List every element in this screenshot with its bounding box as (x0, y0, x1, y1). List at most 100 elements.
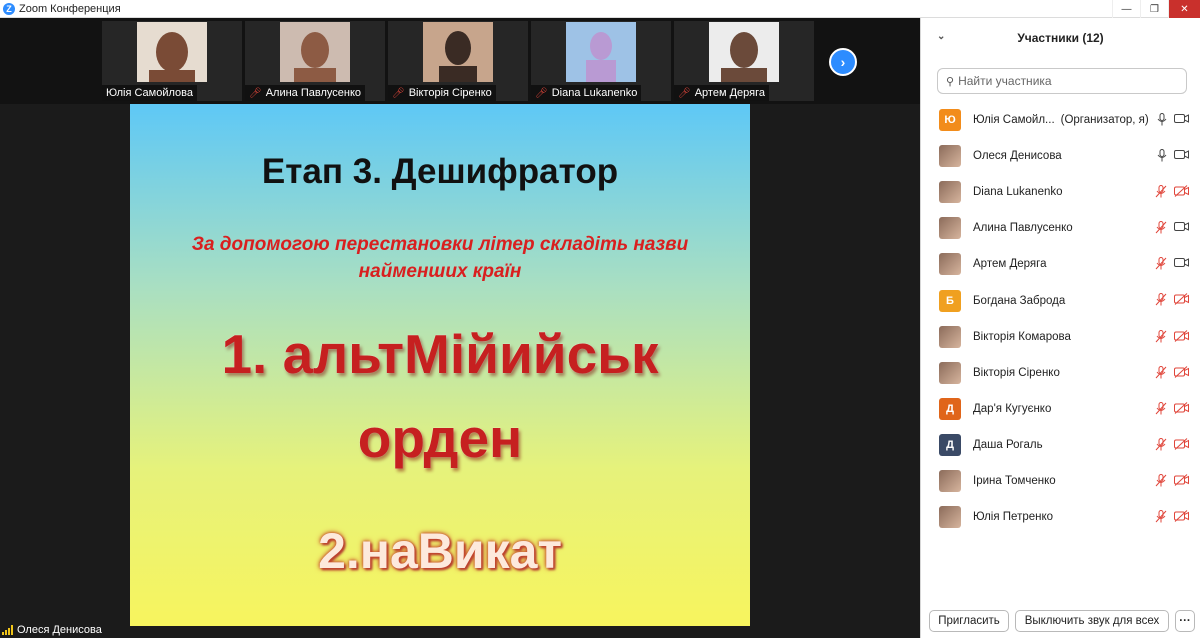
participant-name: Алина Павлусенко (973, 222, 1073, 235)
video-thumbnail[interactable]: Юлія Самойлова (102, 21, 242, 101)
search-box[interactable]: ⚲ (937, 68, 1187, 94)
main-video-area: Юлія Самойлова 🎤︎ Алина Павлусенко 🎤︎ Вікт… (0, 18, 920, 638)
camera-off-icon[interactable] (1174, 185, 1189, 200)
participant-name: Юлія Петренко (973, 511, 1054, 524)
avatar (939, 181, 961, 204)
active-speaker-label: Олеся Денисова (2, 624, 102, 636)
participant-name: Артем Деряга (973, 258, 1047, 271)
camera-icon[interactable] (1174, 257, 1189, 271)
avatar: Б (939, 289, 961, 312)
camera-icon[interactable] (1174, 221, 1189, 235)
mic-off-icon[interactable] (1155, 221, 1167, 237)
camera-off-icon[interactable] (1174, 365, 1189, 381)
more-options-button[interactable]: ··· (1175, 610, 1195, 632)
participant-row[interactable]: Б Богдана Заброда (921, 282, 1200, 318)
participant-row[interactable]: Олеся Денисова (921, 138, 1200, 174)
mic-off-icon[interactable] (1155, 437, 1167, 454)
participant-row[interactable]: Вікторія Комарова (921, 319, 1200, 355)
mute-all-button[interactable]: Выключить звук для всех (1015, 610, 1169, 632)
mic-icon[interactable] (1157, 113, 1167, 129)
participant-video (566, 22, 636, 82)
participant-row[interactable]: Алина Павлусенко (921, 210, 1200, 246)
participant-row[interactable]: Ірина Томченко (921, 463, 1200, 499)
close-button[interactable]: ✕ (1168, 0, 1200, 18)
participant-row[interactable]: Diana Lukanenko (921, 174, 1200, 210)
camera-off-icon[interactable] (1174, 510, 1189, 525)
participant-name: Дар'я Кугуєнко (973, 402, 1052, 415)
participant-role: (Организатор, я) (1060, 114, 1149, 127)
mic-off-icon: 🎤︎ (678, 87, 691, 99)
participant-row[interactable]: Д Дар'я Кугуєнко (921, 391, 1200, 427)
participant-video (423, 22, 493, 82)
participant-name: Diana Lukanenko (973, 186, 1063, 199)
mic-off-icon[interactable] (1155, 185, 1167, 201)
video-thumbnail[interactable]: 🎤︎ Diana Lukanenko (531, 21, 671, 101)
avatar: Д (939, 397, 961, 420)
camera-off-icon[interactable] (1174, 437, 1189, 453)
restore-button[interactable]: ❐ (1140, 0, 1168, 18)
participants-header: ⌄ Участники (12) (921, 18, 1200, 58)
participant-row[interactable]: Юлія Петренко (921, 499, 1200, 535)
puzzle-1-line-2: орден (357, 407, 523, 469)
camera-off-icon[interactable] (1174, 293, 1189, 308)
window-controls: — ❐ ✕ (1112, 0, 1200, 18)
mic-off-icon[interactable] (1155, 510, 1167, 526)
mic-off-icon[interactable] (1155, 257, 1167, 273)
avatar: Ю (939, 109, 961, 132)
avatar (939, 217, 961, 240)
mic-off-icon: 🎤︎ (392, 87, 405, 99)
mic-off-icon[interactable] (1155, 329, 1167, 346)
camera-off-icon[interactable] (1174, 401, 1189, 417)
search-input[interactable] (958, 74, 1169, 88)
slide-instruction: За допомогою перестановки літер складіть… (191, 234, 689, 282)
participant-row[interactable]: Артем Деряга (921, 246, 1200, 282)
participant-name: Вікторія Комарова (973, 330, 1071, 343)
camera-icon[interactable] (1174, 149, 1189, 163)
participant-video (137, 22, 207, 82)
thumbnail-name-label: Юлія Самойлова (102, 85, 198, 101)
window-title: Zoom Конференция (19, 2, 121, 15)
avatar (939, 469, 961, 492)
search-icon: ⚲ (946, 75, 955, 88)
participant-name: Ірина Томченко (973, 474, 1056, 487)
invite-button[interactable]: Пригласить (929, 610, 1009, 632)
mic-off-icon: 🎤︎ (249, 87, 262, 99)
shared-screen-slide: Етап 3. Дешифратор За допомогою перестан… (130, 104, 750, 626)
mic-off-icon[interactable] (1155, 293, 1167, 309)
thumbnail-name-label: 🎤︎ Вікторія Сіренко (388, 85, 496, 101)
signal-strength-icon (2, 625, 13, 635)
avatar (939, 325, 961, 348)
avatar (939, 506, 961, 529)
thumbnail-name-label: 🎤︎ Артем Деряга (674, 85, 769, 101)
participants-panel: ⌄ Участники (12) ⚲ Ю Юлія Самойл... (Орган… (920, 18, 1200, 638)
thumbnail-name-label: 🎤︎ Diana Lukanenko (531, 85, 642, 101)
mic-icon[interactable] (1157, 149, 1167, 165)
mic-off-icon: 🎤︎ (535, 87, 548, 99)
video-thumbnail[interactable]: 🎤︎ Вікторія Сіренко (388, 21, 528, 101)
zoom-logo-icon: Z (3, 2, 15, 15)
puzzle-1-line-1: 1. альтМійийськ (221, 323, 659, 385)
chevron-down-icon[interactable]: ⌄ (937, 31, 945, 42)
minimize-button[interactable]: — (1112, 0, 1140, 18)
participant-row[interactable]: Д Даша Рогаль (921, 427, 1200, 463)
camera-off-icon[interactable] (1174, 474, 1189, 489)
video-thumbnail[interactable]: 🎤︎ Артем Деряга (674, 21, 814, 101)
participant-row[interactable]: Ю Юлія Самойл... (Организатор, я) (921, 102, 1200, 138)
mic-off-icon[interactable] (1155, 365, 1167, 382)
avatar (939, 361, 961, 384)
camera-icon[interactable] (1174, 113, 1189, 127)
participant-video (280, 22, 350, 82)
next-page-button[interactable]: › (829, 48, 857, 76)
mic-off-icon[interactable] (1155, 401, 1167, 418)
video-thumbnail[interactable]: 🎤︎ Алина Павлусенко (245, 21, 385, 101)
participants-list: Ю Юлія Самойл... (Организатор, я) Олеся Ден… (921, 102, 1200, 535)
participant-name: Даша Рогаль (973, 438, 1043, 451)
participants-footer: Пригласить Выключить звук для всех ··· (921, 604, 1200, 638)
mic-off-icon[interactable] (1155, 473, 1167, 490)
avatar (939, 145, 961, 168)
title-bar: Z Zoom Конференция — ❐ ✕ (0, 0, 1200, 18)
thumbnail-name-label: 🎤︎ Алина Павлусенко (245, 85, 366, 101)
participant-row[interactable]: Вікторія Сіренко (921, 355, 1200, 391)
slide-title: Етап 3. Дешифратор (261, 152, 619, 191)
camera-off-icon[interactable] (1174, 329, 1189, 345)
